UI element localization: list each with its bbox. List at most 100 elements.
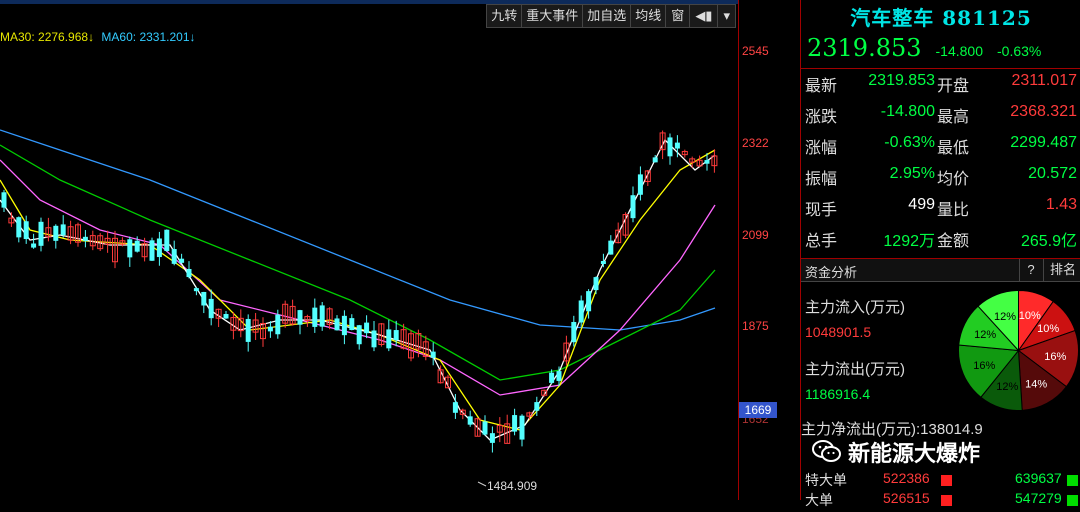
current-price: 2319.853 <box>807 34 922 62</box>
toolbar-moving-average-button[interactable]: 均线 <box>630 4 667 28</box>
sell-square-icon <box>1067 495 1078 506</box>
quote-label: 总手 <box>805 233 838 250</box>
candle-body <box>704 160 710 164</box>
candle-body <box>593 277 599 291</box>
candle-body <box>267 326 273 332</box>
help-button[interactable]: ? <box>1019 259 1042 281</box>
main-outflow-label: 主力流出(万元) <box>805 361 905 378</box>
candle-body <box>534 402 540 411</box>
big-order-buy: 522386 <box>883 470 930 486</box>
quote-value: 1.43 <box>1045 196 1077 213</box>
big-order-label: 大单 <box>805 492 833 508</box>
pie-slice-label: 14% <box>1025 378 1047 390</box>
main-inflow-value: 1048901.5 <box>805 324 872 340</box>
candle-body <box>482 421 488 435</box>
quote-value: 265.9亿 <box>1020 233 1077 250</box>
candle-body <box>38 221 44 246</box>
candle-body <box>193 288 199 292</box>
quote-label: 最新 <box>805 78 838 95</box>
candle-body <box>364 322 370 334</box>
axis-tick-1875: 1875 <box>742 319 769 333</box>
quote-row: 现手 499 量比 1.43 <box>801 196 1080 227</box>
candle-body <box>179 258 185 263</box>
quote-value: 20.572 <box>1028 165 1077 182</box>
candle-body <box>630 195 636 219</box>
stock-name: 汽车整车 <box>850 6 935 30</box>
capital-pie-chart: 10%10%16%14%12%16%12%12% <box>958 289 1079 411</box>
quote-row: 涨跌 -14.800 最高 2368.321 <box>801 103 1080 134</box>
candle-body <box>164 229 170 251</box>
pie-slice-label: 12% <box>996 381 1018 393</box>
candle-body <box>319 305 325 327</box>
quote-value: 1292万 <box>883 233 935 250</box>
candle-body <box>571 321 577 343</box>
candle-body <box>134 240 140 252</box>
quote-value: 2299.487 <box>1010 134 1077 151</box>
quote-label: 最高 <box>937 109 970 126</box>
rank-tab[interactable]: 排名 <box>1043 259 1080 281</box>
quote-label: 现手 <box>805 202 838 219</box>
low-annotation-label: 1484.909 <box>487 479 537 493</box>
candle-body <box>1 192 7 208</box>
axis-tick-2322: 2322 <box>742 136 769 150</box>
pie-slice-label: 10% <box>1037 323 1059 335</box>
stock-title: 汽车整车 881125 <box>801 2 1080 31</box>
toolbar-add-watchlist-button[interactable]: 加自选 <box>582 4 632 28</box>
quote-label: 开盘 <box>937 78 970 95</box>
capital-analysis-title: 资金分析 <box>805 265 858 280</box>
quote-label: 涨幅 <box>805 140 838 157</box>
wechat-icon <box>812 440 841 462</box>
quote-value: -0.63% <box>884 134 935 151</box>
candle-body <box>201 291 207 306</box>
candle-body <box>297 310 303 325</box>
chevron-down-icon[interactable]: ▾ <box>717 4 736 28</box>
sell-square-icon <box>1067 475 1078 486</box>
stock-code: 881125 <box>942 6 1032 30</box>
quote-panel: 汽车整车 881125 2319.853 -14.800 -0.63% 最新 2… <box>800 0 1080 508</box>
quote-value: 2311.017 <box>1011 72 1077 89</box>
candle-body <box>452 402 458 413</box>
candle-body <box>23 221 29 240</box>
ma-line-2 <box>0 159 716 396</box>
candle-body <box>667 137 673 157</box>
quote-label: 涨跌 <box>805 109 838 126</box>
price-change-pct: -0.63% <box>997 43 1042 59</box>
big-order-label: 特大单 <box>805 472 847 488</box>
quote-row: 振幅 2.95% 均价 20.572 <box>801 165 1080 196</box>
quote-row: 总手 1292万 金额 265.9亿 <box>801 227 1080 258</box>
candle-body <box>245 318 251 342</box>
candle-body <box>349 318 355 331</box>
capital-analysis-header: 资金分析 ? 排名 <box>801 258 1080 282</box>
pie-slice-label: 12% <box>994 311 1016 323</box>
pie-slice-label: 10% <box>1019 310 1041 322</box>
candle-body <box>127 239 133 258</box>
quote-value: -14.800 <box>880 103 935 120</box>
axis-tick-2099: 2099 <box>742 228 769 242</box>
main-inflow-label: 主力流入(万元) <box>805 299 905 316</box>
toolbar-nine-turn-button[interactable]: 九转 <box>486 4 523 28</box>
chart-toolbar: 九转 重大事件 加自选 均线 窗 ◀▮ ▾ <box>486 4 736 28</box>
pie-slice-label: 16% <box>1044 351 1066 363</box>
candle-body <box>578 300 584 323</box>
candle-body <box>156 238 162 258</box>
big-order-row: 大单 526515 547279 <box>801 490 1080 512</box>
candle-body <box>60 224 66 236</box>
toolbar-window-button[interactable]: 窗 <box>665 4 691 28</box>
candle-body <box>386 329 392 349</box>
candlestick-chart[interactable]: 1484.909 <box>0 30 738 500</box>
crosshair-price-label: 1669 <box>739 402 777 418</box>
candle-body <box>312 307 318 327</box>
quote-label: 量比 <box>937 202 970 219</box>
quote-label: 金额 <box>937 233 970 250</box>
speaker-icon[interactable]: ◀▮ <box>689 4 719 28</box>
quote-row: 最新 2319.853 开盘 2311.017 <box>801 72 1080 103</box>
buy-square-icon <box>941 475 952 486</box>
buy-square-icon <box>941 495 952 506</box>
candle-body <box>371 330 377 348</box>
toolbar-major-events-button[interactable]: 重大事件 <box>521 4 584 28</box>
pie-slice-label: 12% <box>974 329 996 341</box>
candle-body <box>149 240 155 261</box>
candle-body <box>637 174 643 195</box>
big-order-row: 特大单 522386 639637 <box>801 470 1080 492</box>
quote-value: 2319.853 <box>868 72 935 89</box>
